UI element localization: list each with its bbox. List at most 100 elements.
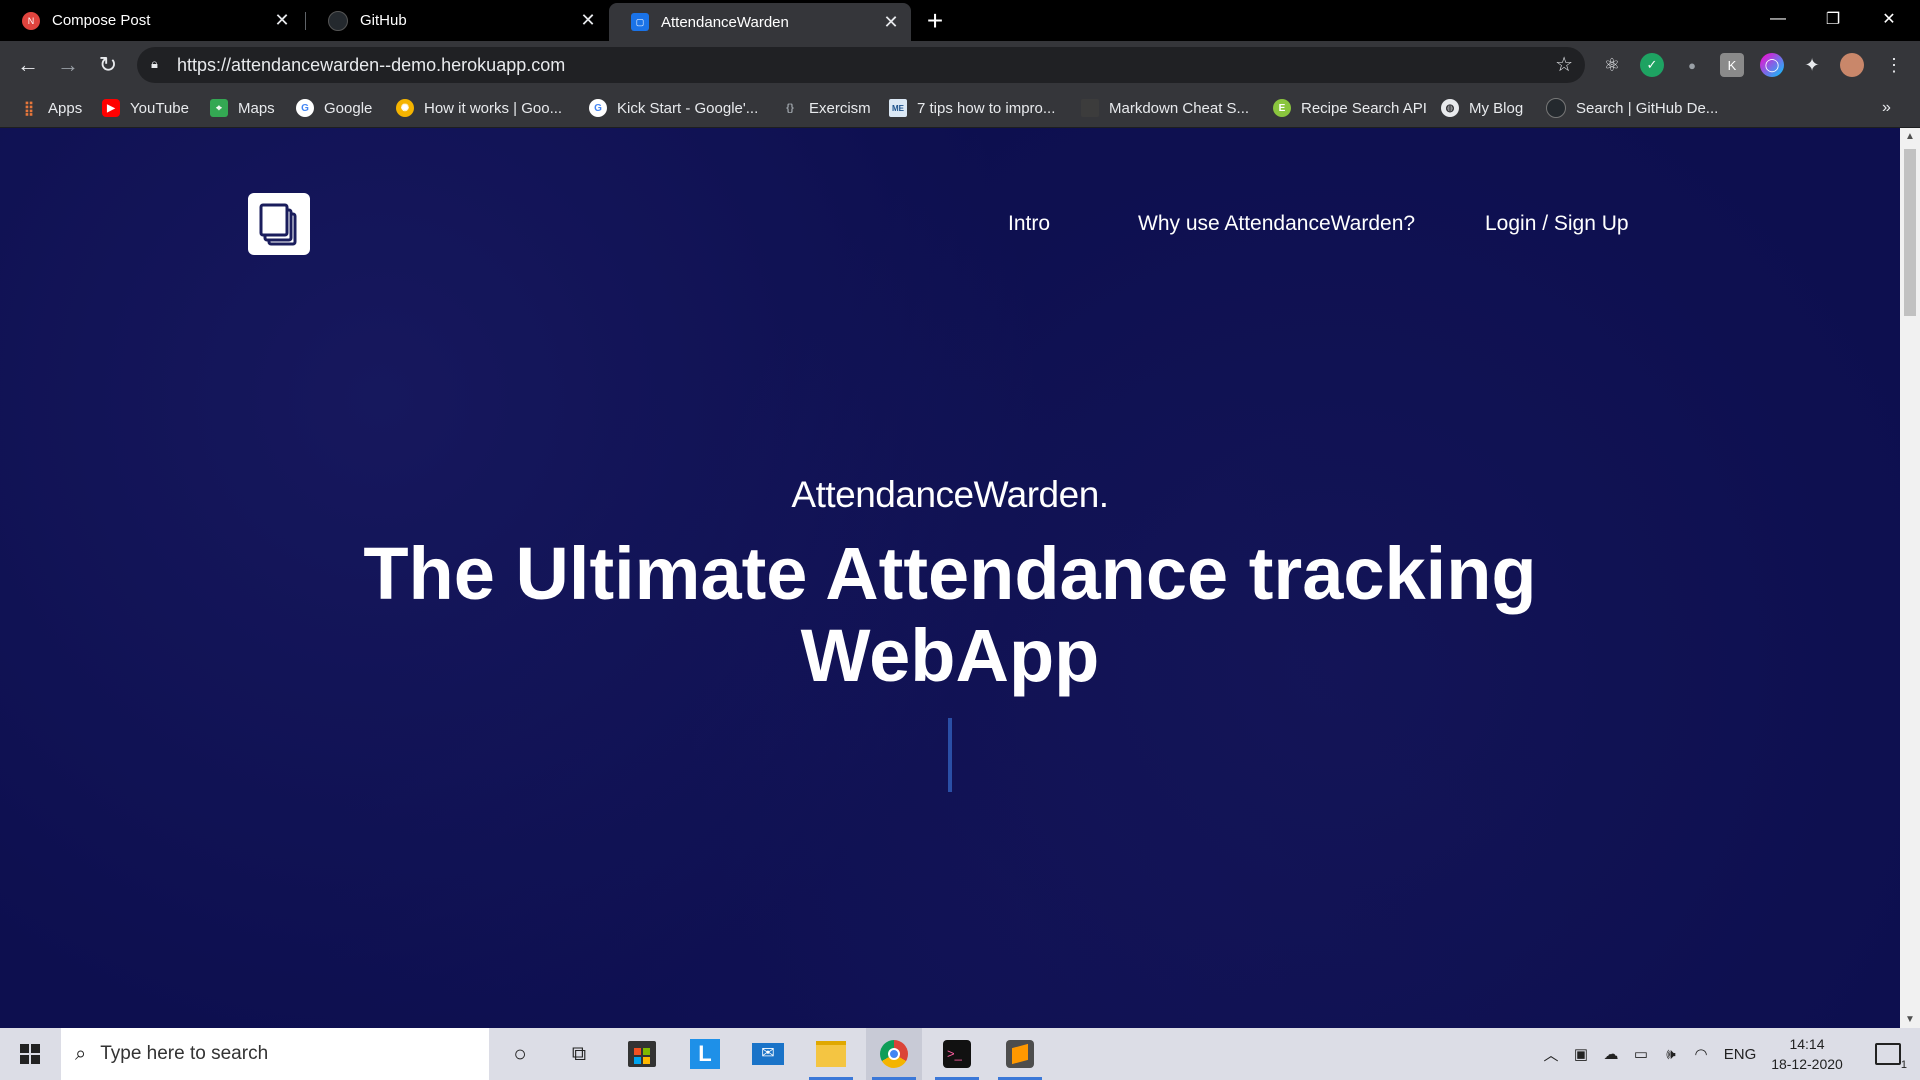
react-devtools-icon[interactable]: ⚛ xyxy=(1600,53,1624,77)
close-tab-icon[interactable]: ✕ xyxy=(578,10,598,31)
bookmark-label: Search | GitHub De... xyxy=(1576,99,1719,117)
language-indicator[interactable]: ENG xyxy=(1720,1028,1760,1080)
maps-icon: ⌖ xyxy=(210,99,228,117)
google-icon: G xyxy=(296,99,314,117)
close-tab-icon[interactable]: ✕ xyxy=(272,10,292,31)
address-bar[interactable]: 🔒︎ https://attendancewarden--demo.heroku… xyxy=(137,47,1585,83)
bookmark-label: My Blog xyxy=(1469,99,1524,117)
browser-tab-strip: N Compose Post ✕ GitHub ✕ ▢ AttendanceWa… xyxy=(0,0,1920,41)
bookmark-youtube[interactable]: ▶ YouTube xyxy=(102,89,189,127)
color-picker-extension-icon[interactable]: ◯ xyxy=(1760,53,1784,77)
search-icon: ⌕ xyxy=(75,1042,87,1065)
notification-count: 1 xyxy=(1900,1059,1907,1071)
extension-icon[interactable]: ● xyxy=(1680,53,1704,77)
brand-name: AttendanceWarden. xyxy=(791,474,1109,515)
back-button[interactable]: ← xyxy=(12,49,44,81)
sun-icon: ✺ xyxy=(396,99,414,117)
bookmark-label: Maps xyxy=(238,99,275,117)
bookmarks-bar: ⣿ Apps ▶ YouTube ⌖ Maps G Google ✺ How i… xyxy=(0,89,1920,128)
windows-taskbar: ⌕ Type here to search ○ ⧉ L ✉ >_ ︿ ▣ ☁ ▭… xyxy=(0,1028,1920,1080)
scroll-up-arrow-icon[interactable]: ▲ xyxy=(1900,128,1920,145)
wifi-icon[interactable]: ◠ xyxy=(1688,1028,1714,1080)
google-icon: G xyxy=(589,99,607,117)
profile-avatar[interactable] xyxy=(1840,53,1864,77)
meet-now-icon[interactable]: ▣ xyxy=(1568,1028,1594,1080)
bookmark-label: 7 tips how to impro... xyxy=(917,99,1056,117)
show-hidden-icons-chevron-icon[interactable]: ︿ xyxy=(1538,1028,1564,1080)
notification-center-icon[interactable]: 1 xyxy=(1868,1028,1908,1080)
bookmark-my-blog[interactable]: ◍ My Blog xyxy=(1441,89,1523,127)
bookmark-google[interactable]: G Google xyxy=(296,89,372,127)
scroll-down-arrow-icon[interactable]: ▼ xyxy=(1900,1011,1920,1028)
taskbar-search-box[interactable]: ⌕ Type here to search xyxy=(61,1028,489,1080)
nav-intro-link[interactable]: Intro xyxy=(1008,212,1050,236)
tab-title: Compose Post xyxy=(52,12,151,29)
bookmark-how-it-works[interactable]: ✺ How it works | Goo... xyxy=(396,89,562,127)
bookmark-label: Kick Start - Google'... xyxy=(617,99,759,117)
page-hero: Intro Why use AttendanceWarden? Login / … xyxy=(0,128,1900,1028)
file-explorer-icon[interactable] xyxy=(803,1028,859,1080)
apps-grid-icon: ⣿ xyxy=(23,99,35,116)
onedrive-cloud-icon[interactable]: ☁ xyxy=(1598,1028,1624,1080)
clock-time: 14:14 xyxy=(1789,1036,1825,1052)
browser-toolbar: ← → ↻ 🔒︎ https://attendancewarden--demo.… xyxy=(0,41,1920,89)
bookmark-label: Apps xyxy=(48,99,83,117)
terminal-icon[interactable]: >_ xyxy=(929,1028,985,1080)
chrome-icon[interactable] xyxy=(866,1028,922,1080)
scrollbar-thumb[interactable] xyxy=(1904,149,1916,316)
search-placeholder: Type here to search xyxy=(100,1043,269,1064)
extensions-puzzle-icon[interactable]: ✦ xyxy=(1800,53,1824,77)
lock-icon: 🔒︎ xyxy=(151,56,158,71)
tab-attendancewarden[interactable]: ▢ AttendanceWarden ✕ xyxy=(609,3,911,41)
tab-compose-post[interactable]: N Compose Post ✕ xyxy=(0,0,302,41)
restore-button[interactable]: ❐ xyxy=(1810,0,1856,38)
bookmark-recipe-search[interactable]: E Recipe Search API xyxy=(1273,89,1427,127)
sublime-text-icon[interactable] xyxy=(992,1028,1048,1080)
markdown-icon xyxy=(1081,99,1099,117)
nav-login-signup-link[interactable]: Login / Sign Up xyxy=(1485,212,1629,236)
tab-github[interactable]: GitHub ✕ xyxy=(306,0,608,41)
shield-extension-icon[interactable]: ✓ xyxy=(1640,53,1664,77)
site-logo-icon[interactable] xyxy=(248,193,310,255)
new-tab-button[interactable]: + xyxy=(922,7,948,35)
forward-button[interactable]: → xyxy=(52,49,84,81)
task-view-icon[interactable]: ⧉ xyxy=(551,1028,607,1080)
close-tab-icon[interactable]: ✕ xyxy=(881,12,901,32)
bookmark-star-icon[interactable]: ☆ xyxy=(1555,52,1573,77)
bookmark-label: Markdown Cheat S... xyxy=(1109,99,1250,117)
close-window-button[interactable]: ✕ xyxy=(1866,0,1912,38)
bookmark-maps[interactable]: ⌖ Maps xyxy=(210,89,275,127)
exercism-icon: {} xyxy=(786,102,794,114)
documents-icon xyxy=(259,203,297,246)
nav-why-link[interactable]: Why use AttendanceWarden? xyxy=(1138,212,1415,236)
me-icon: ME xyxy=(889,99,907,117)
cortana-icon[interactable]: ○ xyxy=(492,1028,548,1080)
store-icon[interactable] xyxy=(614,1028,670,1080)
start-button[interactable] xyxy=(0,1028,60,1080)
youtube-icon: ▶ xyxy=(102,99,120,117)
bookmark-7-tips[interactable]: ME 7 tips how to impro... xyxy=(889,89,1055,127)
minimize-button[interactable]: — xyxy=(1755,0,1801,38)
bookmark-exercism[interactable]: {} Exercism xyxy=(781,89,871,127)
bookmark-kick-start[interactable]: G Kick Start - Google'... xyxy=(589,89,758,127)
mail-icon[interactable]: ✉ xyxy=(740,1028,796,1080)
bookmark-github-search[interactable]: Search | GitHub De... xyxy=(1546,89,1718,127)
page-icon: ▢ xyxy=(631,13,649,31)
windows-logo-icon xyxy=(20,1044,40,1064)
volume-icon[interactable]: 🕪︎ xyxy=(1658,1028,1684,1080)
l-app-icon[interactable]: L xyxy=(677,1028,733,1080)
more-bookmarks-icon[interactable]: » xyxy=(1882,89,1891,127)
bookmark-apps[interactable]: ⣿ Apps xyxy=(20,89,82,127)
system-clock[interactable]: 14:14 18-12-2020 xyxy=(1762,1034,1852,1074)
page-scrollbar[interactable]: ▲ ▼ xyxy=(1900,128,1920,1028)
menu-kebab-icon[interactable]: ⋮ xyxy=(1882,53,1906,77)
bookmark-markdown[interactable]: Markdown Cheat S... xyxy=(1081,89,1249,127)
reload-button[interactable]: ↻ xyxy=(92,49,124,81)
url-text: https://attendancewarden--demo.herokuapp… xyxy=(177,55,566,75)
compose-post-favicon-icon: N xyxy=(22,11,40,30)
hero-headline: The Ultimate Attendance tracking WebApp xyxy=(363,532,1537,697)
bookmark-label: Google xyxy=(324,99,373,117)
k-extension-icon[interactable]: K xyxy=(1720,53,1744,77)
battery-icon[interactable]: ▭ xyxy=(1628,1028,1654,1080)
github-icon xyxy=(328,10,348,31)
